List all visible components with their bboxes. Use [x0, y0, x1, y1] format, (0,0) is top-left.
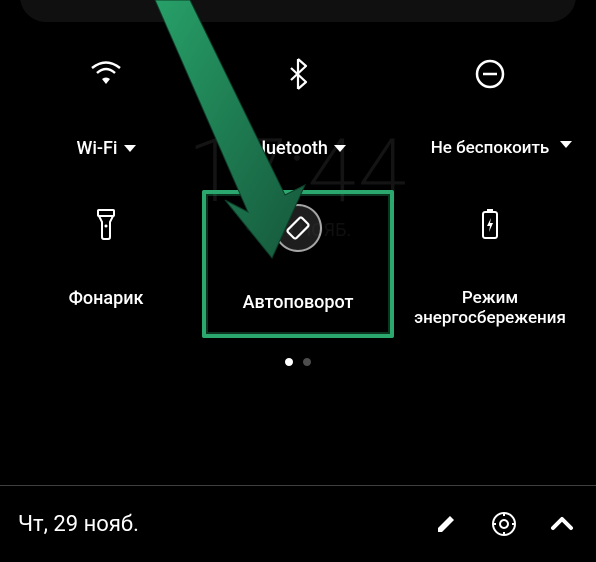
qs-row-2: Фонарик Автоповорот Режим: [10, 190, 586, 339]
autorotate-icon: [274, 204, 322, 252]
qs-label-dnd: Не беспокоить: [431, 138, 550, 158]
qs-row-1: Wi-Fi Bluetooth Не: [10, 40, 586, 170]
expand-button[interactable]: [546, 508, 578, 540]
quick-settings-panel: Wi-Fi Bluetooth Не: [0, 10, 596, 376]
qs-tile-flashlight[interactable]: Фонарик: [10, 190, 202, 339]
settings-button[interactable]: [488, 508, 520, 540]
qs-label-bluetooth: Bluetooth: [250, 138, 328, 160]
qs-label-flashlight: Фонарик: [69, 288, 144, 310]
qs-tile-bluetooth[interactable]: Bluetooth: [202, 40, 394, 170]
qs-tile-wifi[interactable]: Wi-Fi: [10, 40, 202, 170]
qs-label-battery-saver: Режим энергосбережения: [405, 288, 575, 329]
qs-tile-autorotate[interactable]: Автоповорот: [202, 190, 394, 339]
chevron-down-icon[interactable]: [124, 145, 136, 152]
chevron-down-icon[interactable]: [560, 141, 572, 148]
chevron-down-icon[interactable]: [334, 145, 346, 152]
wifi-icon: [82, 50, 130, 98]
bottom-bar: Чт, 29 нояб.: [0, 486, 596, 562]
page-dot-1[interactable]: [285, 358, 293, 366]
qs-label-autorotate: Автоповорот: [243, 292, 354, 314]
edit-button[interactable]: [430, 508, 462, 540]
qs-tile-dnd[interactable]: Не беспокоить: [394, 40, 586, 170]
page-indicator: [10, 358, 586, 366]
bluetooth-icon: [274, 50, 322, 98]
qs-tile-battery-saver[interactable]: Режим энергосбережения: [394, 190, 586, 339]
qs-label-wifi: Wi-Fi: [76, 138, 117, 160]
dnd-icon: [466, 50, 514, 98]
bottom-date: Чт, 29 нояб.: [18, 512, 404, 537]
battery-saver-icon: [466, 200, 514, 248]
flashlight-icon: [82, 200, 130, 248]
page-dot-2[interactable]: [303, 358, 311, 366]
